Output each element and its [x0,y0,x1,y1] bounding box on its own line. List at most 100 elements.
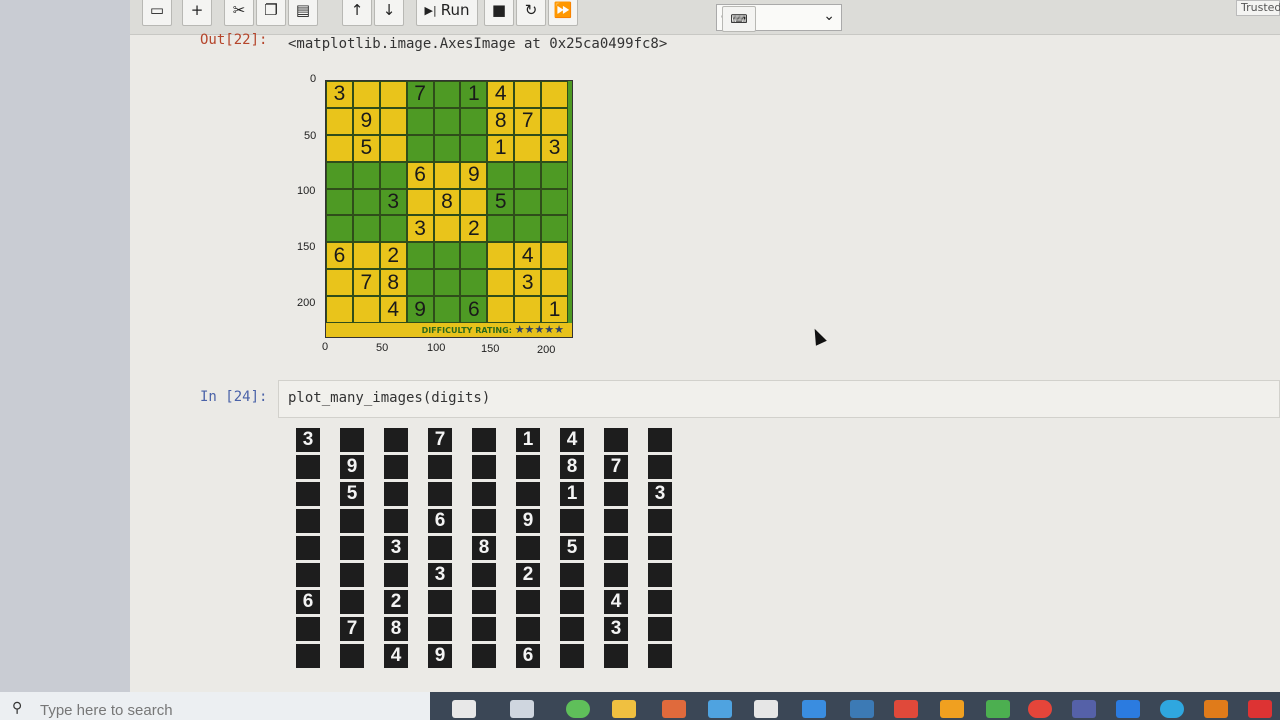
edge-icon[interactable] [1160,700,1184,718]
move-up-button[interactable]: ↑ [342,0,372,26]
digit-image [296,509,320,533]
move-down-button[interactable]: ↓ [374,0,404,26]
sudoku-cell [379,81,407,108]
digit-image [428,590,452,614]
sudoku-cell: 6 [406,161,434,189]
paste-icon: ▤ [295,1,311,19]
digit-image [428,536,452,560]
digit-image [516,536,540,560]
app-circle-icon[interactable] [566,700,590,718]
digit-image: 3 [296,428,320,452]
digit-image [604,509,628,533]
save-button[interactable]: ▭ [142,0,172,26]
sudoku-cell [460,107,488,135]
digit-image: 7 [428,428,452,452]
home-icon[interactable] [986,700,1010,718]
digit-image [472,563,496,587]
notebook-toolbar: ▭ + ✂ ❐ ▤ ↑ ↓ ▶| Run ■ ↻ ⏩ Code ⌄ ⌨ Trus… [130,0,1280,35]
python-icon[interactable] [850,700,874,718]
sudoku-cell [379,215,407,243]
copy-button[interactable]: ❐ [256,0,286,26]
x-tick-label: 200 [537,344,556,356]
digit-image: 4 [384,644,408,668]
insert-cell-button[interactable]: + [182,0,212,26]
digit-image [472,590,496,614]
sudoku-cell: 3 [379,188,407,216]
digit-image [516,455,540,479]
search-icon: ⚲ [12,700,23,716]
star-icon: ★★★★★ [514,323,564,336]
command-palette-button[interactable]: ⌨ [722,6,756,32]
out-prompt: Out[22]: [200,32,268,48]
sudoku-cell [541,161,568,189]
notes-icon[interactable] [754,700,778,718]
sudoku-cell [487,242,515,270]
sudoku-cell [433,269,461,297]
paste-button[interactable]: ▤ [288,0,318,26]
sudoku-cell [379,107,407,135]
sudoku-grid: 371498751369385326247834961 [326,81,568,323]
sudoku-cell: 4 [514,242,542,270]
sudoku-cell: 1 [487,134,515,162]
sudoku-cell [541,107,568,135]
app-icon[interactable] [1072,700,1096,718]
digit-image: 3 [604,617,628,641]
digit-image [516,590,540,614]
x-tick-label: 150 [481,343,500,355]
digit-image: 4 [560,428,584,452]
sudoku-cell: 2 [460,215,488,243]
digit-image [384,482,408,506]
x-tick-label: 0 [322,341,329,353]
cut-button[interactable]: ✂ [224,0,254,26]
sudoku-cell [352,242,380,270]
chrome-icon[interactable] [1028,700,1052,718]
digit-image [516,482,540,506]
trusted-badge[interactable]: Trusted [1236,0,1280,16]
digit-image [340,644,364,668]
sudoku-cell: 6 [326,242,353,270]
stop-button[interactable]: ■ [484,0,514,26]
sudoku-cell [326,161,353,189]
save-icon: ▭ [149,1,165,19]
jupyter-icon[interactable] [1204,700,1228,718]
sublime-icon[interactable] [940,700,964,718]
store-icon[interactable] [662,700,686,718]
digit-image: 8 [384,617,408,641]
sudoku-cell: 2 [379,242,407,270]
sudoku-cell: 4 [379,296,407,323]
sudoku-cell [406,188,434,216]
sudoku-cell: 9 [406,296,434,323]
mail-icon[interactable] [708,700,732,718]
sudoku-cell [487,296,515,323]
digit-image [428,482,452,506]
vscode-icon[interactable] [802,700,826,718]
digit-image: 9 [340,455,364,479]
git-icon[interactable] [894,700,918,718]
digit-image [384,563,408,587]
digit-image [384,455,408,479]
code-text: plot_many_images(digits) [288,390,491,406]
run-button[interactable]: ▶| Run [416,0,478,26]
fast-forward-button[interactable]: ⏩ [548,0,578,26]
digit-image [340,563,364,587]
code-cell[interactable]: plot_many_images(digits) [278,380,1280,418]
sudoku-cell: 3 [326,81,353,108]
taskbar-search[interactable]: ⚲ Type here to search [0,692,430,720]
keyboard-icon: ⌨ [730,12,748,26]
digit-image [296,617,320,641]
left-gutter [0,0,130,692]
sudoku-cell [541,242,568,270]
digit-image [648,617,672,641]
digit-image [472,455,496,479]
file-explorer-icon[interactable] [612,700,636,718]
task-view-icon[interactable] [510,700,534,718]
sudoku-cell: 8 [433,188,461,216]
sudoku-cell: 7 [514,107,542,135]
word-icon[interactable] [1116,700,1140,718]
y-tick-label: 50 [304,130,317,142]
extra-app-icon[interactable] [1248,700,1272,718]
restart-button[interactable]: ↻ [516,0,546,26]
arrow-up-icon: ↑ [350,1,364,19]
sudoku-cell [433,215,461,243]
cortana-icon[interactable] [452,700,476,718]
